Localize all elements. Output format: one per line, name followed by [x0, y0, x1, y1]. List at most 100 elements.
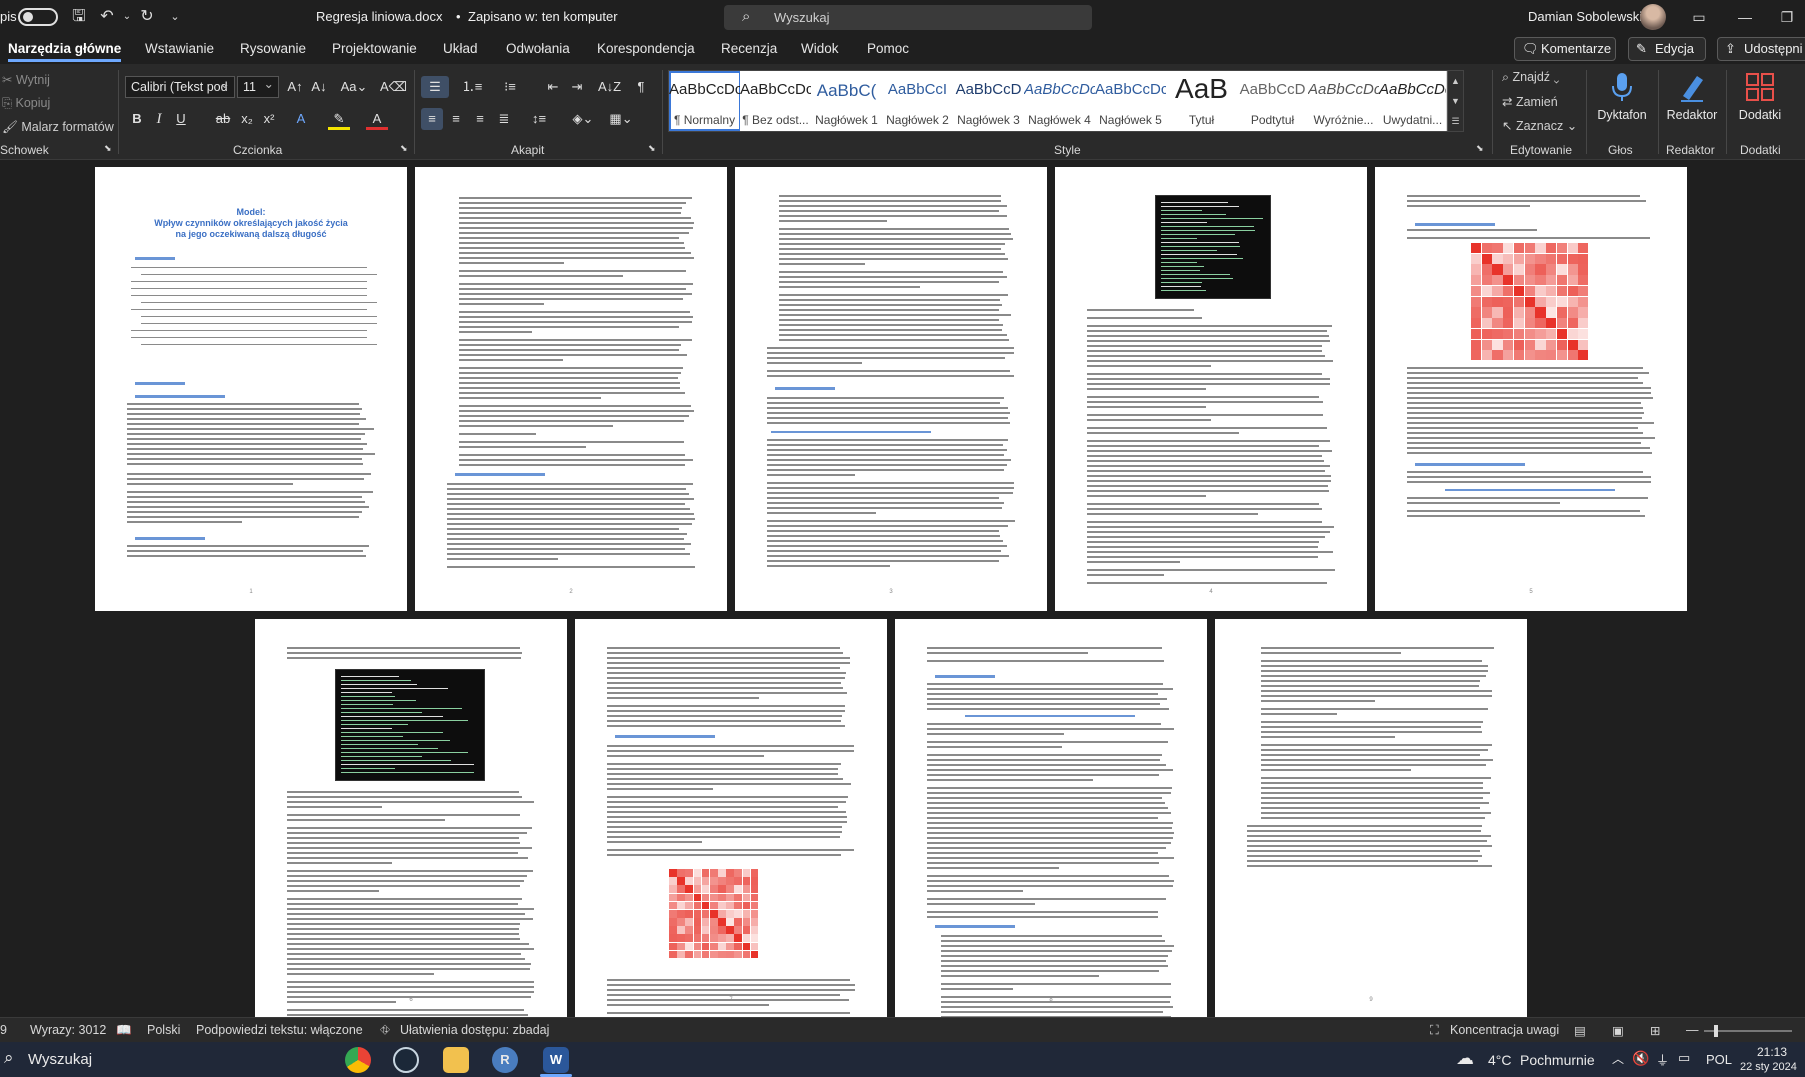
page-2[interactable]: 2 [415, 167, 727, 611]
avatar[interactable] [1640, 4, 1666, 30]
taskbar-search[interactable]: Wyszukaj [28, 1051, 92, 1068]
tab-insert[interactable]: Wstawianie [145, 41, 214, 56]
tab-draw[interactable]: Rysowanie [240, 41, 306, 56]
page-4[interactable]: 4 [1055, 167, 1367, 611]
web-layout-icon[interactable]: ⊞ [1650, 1023, 1660, 1038]
style-heading-1[interactable]: AaBbC(Nagłówek 1 [811, 71, 883, 131]
maximize-icon[interactable]: ❐ [1772, 5, 1802, 29]
proofing-icon[interactable]: 📖 [116, 1023, 132, 1038]
bullets-icon[interactable]: ☰ [421, 76, 449, 98]
style-subtle-emphasis[interactable]: AaBbCcDc Wyróżnie... [1308, 71, 1380, 131]
style-emphasis[interactable]: AaBbCcDc Uwydatni... [1379, 71, 1447, 131]
tab-references[interactable]: Odwołania [506, 41, 570, 56]
accessibility-status[interactable]: Ułatwienia dostępu: zbadaj [400, 1023, 549, 1037]
clock-date[interactable]: 22 sty 2024 [1740, 1061, 1797, 1073]
font-color-icon[interactable]: A [366, 108, 388, 130]
align-left-icon[interactable]: ≡ [421, 108, 443, 130]
sort-icon[interactable]: A↓Z [598, 76, 621, 98]
style-normal[interactable]: AaBbCcDc ¶ Normalny [669, 71, 741, 131]
ribbon-display-icon[interactable]: ▭ [1684, 5, 1714, 29]
chevron-up-icon[interactable]: ︿ [1612, 1050, 1624, 1067]
undo-icon[interactable]: ↶ [96, 6, 118, 28]
r-app-icon[interactable]: R [492, 1047, 518, 1073]
style-heading-3[interactable]: AaBbCcD Nagłówek 3 [953, 71, 1025, 131]
tab-design[interactable]: Projektowanie [332, 41, 417, 56]
style-heading-2[interactable]: AaBbCcI Nagłówek 2 [882, 71, 954, 131]
shrink-font-icon[interactable]: A↓ [308, 76, 330, 98]
italic-icon[interactable]: I [148, 108, 170, 130]
style-no-spacing[interactable]: AaBbCcDc ¶ Bez odst... [740, 71, 812, 131]
read-mode-icon[interactable]: ▤ [1574, 1023, 1586, 1038]
styles-launcher-icon[interactable]: ⬊ [1476, 143, 1484, 154]
redo-icon[interactable]: ↻ [136, 6, 158, 28]
search-icon[interactable]: ⌕ [4, 1048, 14, 1068]
clock-time[interactable]: 21:13 [1744, 1045, 1800, 1059]
subscript-icon[interactable]: x₂ [236, 108, 258, 130]
tab-mailings[interactable]: Korespondencja [597, 41, 695, 56]
page-8[interactable]: 8 [895, 619, 1207, 1017]
chevron-down-icon[interactable]: ⌄ [588, 9, 597, 22]
multilevel-list-icon[interactable]: ⁝≡ [496, 76, 524, 98]
text-predictions[interactable]: Podpowiedzi tekstu: włączone [196, 1023, 363, 1037]
grow-font-icon[interactable]: A↑ [284, 76, 306, 98]
align-center-icon[interactable]: ≡ [445, 108, 467, 130]
style-title[interactable]: AaB Tytuł [1166, 71, 1238, 131]
temperature[interactable]: 4°C [1488, 1052, 1512, 1068]
zoom-thumb[interactable] [1714, 1025, 1718, 1037]
page-7[interactable]: 7 [575, 619, 887, 1017]
zoom-slider[interactable] [1704, 1025, 1792, 1037]
usb-icon[interactable]: ⏚ [1656, 1050, 1669, 1069]
style-subtitle[interactable]: AaBbCcD Podtytuł [1237, 71, 1309, 131]
mute-icon[interactable]: 🔇 [1632, 1050, 1649, 1067]
align-right-icon[interactable]: ≡ [469, 108, 491, 130]
font-launcher-icon[interactable]: ⬊ [400, 143, 408, 154]
search-box[interactable]: ⌕ Wyszukaj [724, 5, 1092, 30]
battery-icon[interactable]: ▭ [1678, 1050, 1690, 1066]
weather-text[interactable]: Pochmurnie [1520, 1052, 1595, 1068]
save-icon[interactable]: 🖫 [68, 6, 90, 28]
document-canvas[interactable]: Model: Wpływ czynników określających jak… [0, 161, 1805, 1017]
share-button[interactable]: ⇪ Udostępni [1717, 37, 1805, 61]
editing-mode-button[interactable]: ✎ Edycja [1628, 37, 1706, 61]
clipboard-launcher-icon[interactable]: ⬊ [104, 143, 112, 154]
strikethrough-icon[interactable]: ab [212, 108, 234, 130]
superscript-icon[interactable]: x² [258, 108, 280, 130]
zoom-out-icon[interactable]: — [1686, 1023, 1699, 1037]
page-1[interactable]: Model: Wpływ czynników określających jak… [95, 167, 407, 611]
replace-button[interactable]: ⇄ Zamień [1502, 94, 1558, 109]
undo-dropdown-icon[interactable]: ⌄ [116, 6, 138, 28]
bold-icon[interactable]: B [126, 108, 148, 130]
shading-icon[interactable]: ◈⌄ [568, 108, 598, 130]
style-heading-4[interactable]: AaBbCcDc Nagłówek 4 [1024, 71, 1096, 131]
tab-help[interactable]: Pomoc [867, 41, 909, 56]
line-spacing-icon[interactable]: ↕≡ [524, 108, 554, 130]
page-5[interactable]: 5 [1375, 167, 1687, 611]
file-explorer-icon[interactable] [443, 1047, 469, 1073]
show-marks-icon[interactable]: ¶ [630, 76, 652, 98]
word-icon[interactable]: W [543, 1047, 569, 1073]
format-painter-button[interactable]: 🖌 Malarz formatów [2, 120, 114, 135]
select-button[interactable]: ↖ Zaznacz ⌄ [1502, 118, 1577, 133]
page-6[interactable]: 6 [255, 619, 567, 1017]
page-3[interactable]: 3 [735, 167, 1047, 611]
dictate-button[interactable]: Dyktafon [1594, 68, 1650, 122]
editor-button[interactable]: Redaktor [1664, 68, 1720, 122]
print-layout-icon[interactable]: ▣ [1612, 1023, 1624, 1038]
tab-view[interactable]: Widok [801, 41, 839, 56]
style-heading-5[interactable]: AaBbCcDc Nagłówek 5 [1095, 71, 1167, 131]
copy-button[interactable]: ⎘ Kopiuj [2, 96, 50, 111]
tab-review[interactable]: Recenzja [721, 41, 777, 56]
keyboard-language[interactable]: POL [1706, 1052, 1732, 1067]
font-size-select[interactable]: 11 [237, 76, 279, 98]
find-button[interactable]: ⌕ Znajdź ⌄ [1502, 70, 1559, 85]
cut-button[interactable]: ✂ Wytnij [2, 72, 50, 87]
focus-mode-button[interactable]: Koncentracja uwagi [1450, 1023, 1559, 1037]
highlight-icon[interactable]: ✎ [328, 108, 350, 130]
numbering-icon[interactable]: ⒈≡ [458, 76, 486, 98]
language-indicator[interactable]: Polski [147, 1023, 180, 1037]
tab-layout[interactable]: Układ [443, 41, 478, 56]
tab-home[interactable]: Narzędzia główne [8, 41, 122, 62]
page-9[interactable]: 9 [1215, 619, 1527, 1017]
justify-icon[interactable]: ≣ [493, 108, 515, 130]
increase-indent-icon[interactable]: ⇥ [566, 76, 588, 98]
